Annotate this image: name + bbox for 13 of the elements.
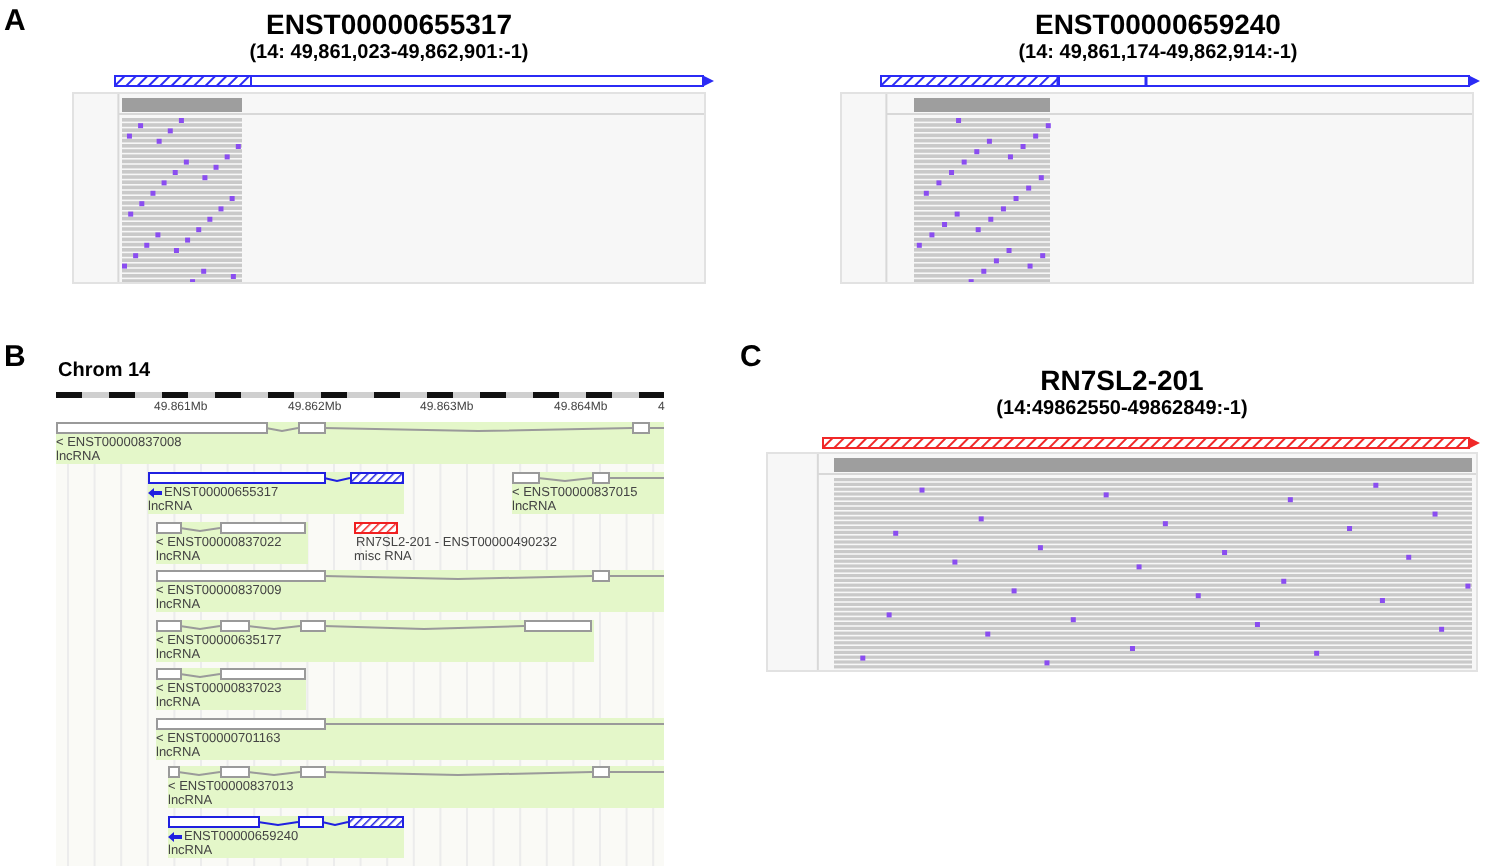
transcript-title: ENST00000659240 bbox=[1034, 8, 1281, 40]
transcript-model-drawing bbox=[354, 522, 398, 534]
arrow-icon bbox=[148, 488, 162, 498]
panel-letter: C bbox=[740, 338, 762, 378]
transcript-title: ENST00000655317 bbox=[266, 8, 512, 40]
locus-text: (14: 49,861,174-49,862,914:-1) bbox=[1018, 40, 1298, 66]
chromosome-title: Chrom 14 bbox=[56, 360, 153, 384]
transcript-title: RN7SL2-201 bbox=[1040, 364, 1204, 396]
panel-letter: B bbox=[4, 338, 26, 378]
panel-letter: A bbox=[4, 2, 26, 42]
locus-text: (14: 49,861,023-49,862,901:-1) bbox=[249, 40, 529, 66]
locus-text: (14:49862550-49862849:-1) bbox=[996, 396, 1248, 422]
arrow-icon bbox=[168, 832, 182, 842]
